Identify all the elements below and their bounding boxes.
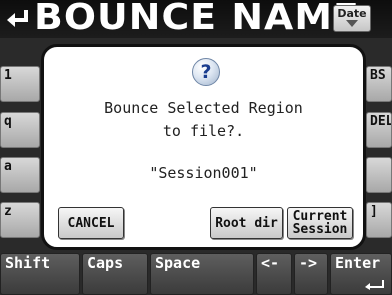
key-enter[interactable]: Enter [330, 253, 392, 295]
key-label: DEL [370, 114, 392, 129]
key-bs[interactable]: BS [366, 66, 392, 102]
key-del[interactable]: DEL [366, 112, 392, 148]
key-label: -> [299, 254, 318, 272]
key-a[interactable]: a [0, 157, 40, 193]
key-shift[interactable]: Shift [0, 253, 80, 295]
current-session-label-line-2: Session [292, 222, 348, 237]
key-1[interactable]: 1 [0, 66, 40, 102]
dialog-message-line-1: Bounce Selected Region [104, 99, 303, 117]
page-title: BOUNCE NAME [34, 0, 360, 38]
key-z[interactable]: z [0, 202, 40, 238]
confirm-dialog: ? Bounce Selected Region to file?. "Sess… [41, 44, 366, 250]
key-blank[interactable] [366, 157, 392, 193]
return-arrow-icon[interactable] [4, 6, 32, 32]
date-button-label: Date [337, 7, 367, 20]
title-bar: BOUNCE NAME Date [0, 0, 392, 38]
key-label: a [4, 159, 12, 174]
key-label: q [4, 114, 12, 129]
key-caps[interactable]: Caps [82, 253, 148, 295]
dialog-message-line-2: to file?. [162, 122, 245, 140]
key-cursor-right[interactable]: -> [294, 253, 328, 295]
cancel-button[interactable]: CANCEL [58, 207, 124, 239]
key-label: <- [261, 254, 280, 272]
file-name: "Session001" [149, 164, 258, 182]
chevron-down-icon [346, 20, 358, 27]
key-label: Space [155, 254, 201, 272]
key-label: Enter [335, 254, 381, 272]
key-label: z [4, 204, 12, 219]
key-label: 1 [4, 68, 12, 83]
enter-arrow-icon [365, 280, 384, 290]
question-icon: ? [192, 58, 220, 86]
key-label: Shift [5, 254, 51, 272]
key-label: ] [370, 204, 378, 219]
key-space[interactable]: Space [150, 253, 254, 295]
key-label: BS [370, 68, 386, 83]
date-button[interactable]: Date [333, 5, 371, 32]
key-bracket[interactable]: ] [366, 202, 392, 238]
key-label: Caps [87, 254, 124, 272]
key-cursor-left[interactable]: <- [256, 253, 292, 295]
root-dir-button[interactable]: Root dir [210, 207, 283, 239]
key-q[interactable]: q [0, 112, 40, 148]
current-session-button[interactable]: Current Session [287, 207, 353, 239]
